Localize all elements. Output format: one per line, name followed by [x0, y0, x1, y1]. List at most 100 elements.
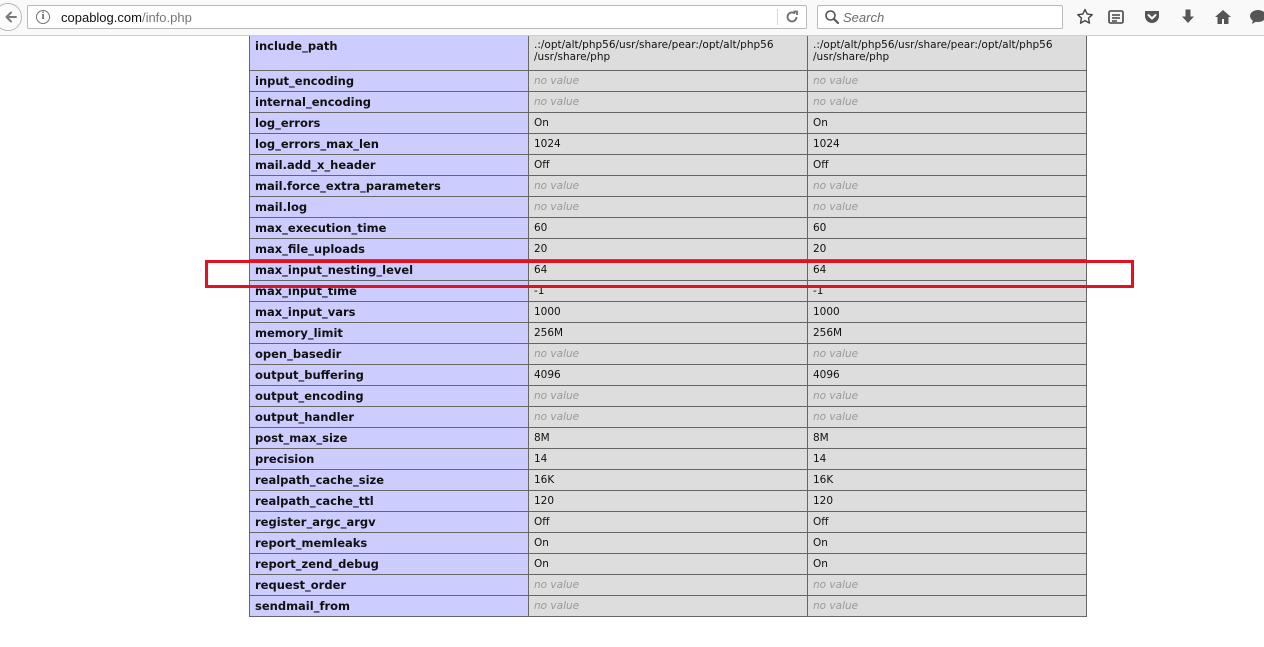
directive-row: open_basedir no value no value: [249, 343, 1087, 365]
master-value: On: [807, 112, 1087, 134]
directive-name: input_encoding: [249, 70, 529, 92]
directive-row: output_encoding no value no value: [249, 385, 1087, 407]
info-icon[interactable]: i: [36, 10, 50, 24]
master-value: no value: [807, 343, 1087, 365]
downloads-button[interactable]: [1178, 7, 1198, 27]
master-value: no value: [807, 175, 1087, 197]
url-bar[interactable]: i copablog.com/info.php: [27, 5, 807, 29]
chat-button[interactable]: [1248, 7, 1264, 27]
home-button[interactable]: [1213, 7, 1233, 27]
directive-row-highlighted: max_execution_time 60 60: [249, 217, 1087, 239]
local-value: .:/opt/alt/php56/usr/share/pear:/opt/alt…: [528, 36, 808, 71]
local-value: 1024: [528, 133, 808, 155]
browser-toolbar: i copablog.com/info.php: [0, 0, 1264, 36]
local-value: On: [528, 553, 808, 575]
directive-row: input_encoding no value no value: [249, 70, 1087, 92]
local-value: no value: [528, 406, 808, 428]
directive-name: log_errors: [249, 112, 529, 134]
directive-row: report_memleaks On On: [249, 532, 1087, 554]
master-value: no value: [807, 70, 1087, 92]
local-value: 120: [528, 490, 808, 512]
local-value: On: [528, 532, 808, 554]
local-value: 8M: [528, 427, 808, 449]
chat-icon: [1250, 10, 1264, 24]
reading-list-button[interactable]: [1106, 7, 1126, 27]
local-value: no value: [528, 595, 808, 617]
master-value: no value: [807, 196, 1087, 218]
url-divider: [777, 9, 778, 25]
back-button[interactable]: [0, 3, 22, 31]
master-value: 60: [807, 217, 1087, 239]
reload-icon[interactable]: [783, 9, 801, 25]
directive-name: output_encoding: [249, 385, 529, 407]
directive-name: report_zend_debug: [249, 553, 529, 575]
master-value: no value: [807, 91, 1087, 113]
directive-row: internal_encoding no value no value: [249, 91, 1087, 113]
search-bar[interactable]: [817, 5, 1063, 29]
directive-rows: include_path .:/opt/alt/php56/usr/share/…: [249, 36, 1087, 617]
master-value: no value: [807, 406, 1087, 428]
master-value: no value: [807, 385, 1087, 407]
url-text[interactable]: copablog.com/info.php: [61, 10, 192, 25]
master-value: Off: [807, 154, 1087, 176]
directive-name: memory_limit: [249, 322, 529, 344]
directive-row: max_input_vars 1000 1000: [249, 301, 1087, 323]
directive-row: mail.log no value no value: [249, 196, 1087, 218]
directive-row: log_errors On On: [249, 112, 1087, 134]
directive-row: precision 14 14: [249, 448, 1087, 470]
master-value: no value: [807, 595, 1087, 617]
directive-row: log_errors_max_len 1024 1024: [249, 133, 1087, 155]
local-value: no value: [528, 175, 808, 197]
bookmark-button[interactable]: [1075, 7, 1095, 27]
directive-name: precision: [249, 448, 529, 470]
directive-name: max_execution_time: [249, 217, 529, 239]
directive-row: max_file_uploads 20 20: [249, 238, 1087, 260]
local-value: 1000: [528, 301, 808, 323]
master-value: no value: [807, 574, 1087, 596]
local-value: Off: [528, 154, 808, 176]
directive-name: include_path: [249, 36, 529, 71]
local-value: 60: [528, 217, 808, 239]
local-value: On: [528, 112, 808, 134]
master-value: On: [807, 532, 1087, 554]
local-value: no value: [528, 70, 808, 92]
master-value: -1: [807, 280, 1087, 302]
local-value: -1: [528, 280, 808, 302]
local-value: 16K: [528, 469, 808, 491]
directive-name: output_buffering: [249, 364, 529, 386]
master-value: 120: [807, 490, 1087, 512]
directive-name: max_file_uploads: [249, 238, 529, 260]
directive-name: mail.log: [249, 196, 529, 218]
master-value: 256M: [807, 322, 1087, 344]
local-value: no value: [528, 574, 808, 596]
directive-name: max_input_vars: [249, 301, 529, 323]
pocket-button[interactable]: [1142, 7, 1162, 27]
directive-name: max_input_nesting_level: [249, 259, 529, 281]
directive-name: request_order: [249, 574, 529, 596]
search-input[interactable]: [843, 7, 1053, 27]
directive-name: report_memleaks: [249, 532, 529, 554]
local-value: no value: [528, 343, 808, 365]
directive-name: realpath_cache_ttl: [249, 490, 529, 512]
local-value: no value: [528, 196, 808, 218]
download-icon: [1182, 9, 1194, 23]
directive-row: max_input_nesting_level 64 64: [249, 259, 1087, 281]
directive-name: internal_encoding: [249, 91, 529, 113]
master-value: 1000: [807, 301, 1087, 323]
master-value: 64: [807, 259, 1087, 281]
directive-row: realpath_cache_size 16K 16K: [249, 469, 1087, 491]
star-icon: [1077, 8, 1093, 24]
directive-row: post_max_size 8M 8M: [249, 427, 1087, 449]
back-arrow-icon: [5, 11, 17, 23]
directive-row: register_argc_argv Off Off: [249, 511, 1087, 533]
url-domain: copablog.com: [61, 10, 142, 25]
reading-list-icon: [1108, 10, 1124, 24]
master-value: 4096: [807, 364, 1087, 386]
directive-row: realpath_cache_ttl 120 120: [249, 490, 1087, 512]
master-value: 8M: [807, 427, 1087, 449]
directive-row: report_zend_debug On On: [249, 553, 1087, 575]
master-value: 20: [807, 238, 1087, 260]
directive-name: mail.add_x_header: [249, 154, 529, 176]
directive-name: register_argc_argv: [249, 511, 529, 533]
local-value: no value: [528, 91, 808, 113]
